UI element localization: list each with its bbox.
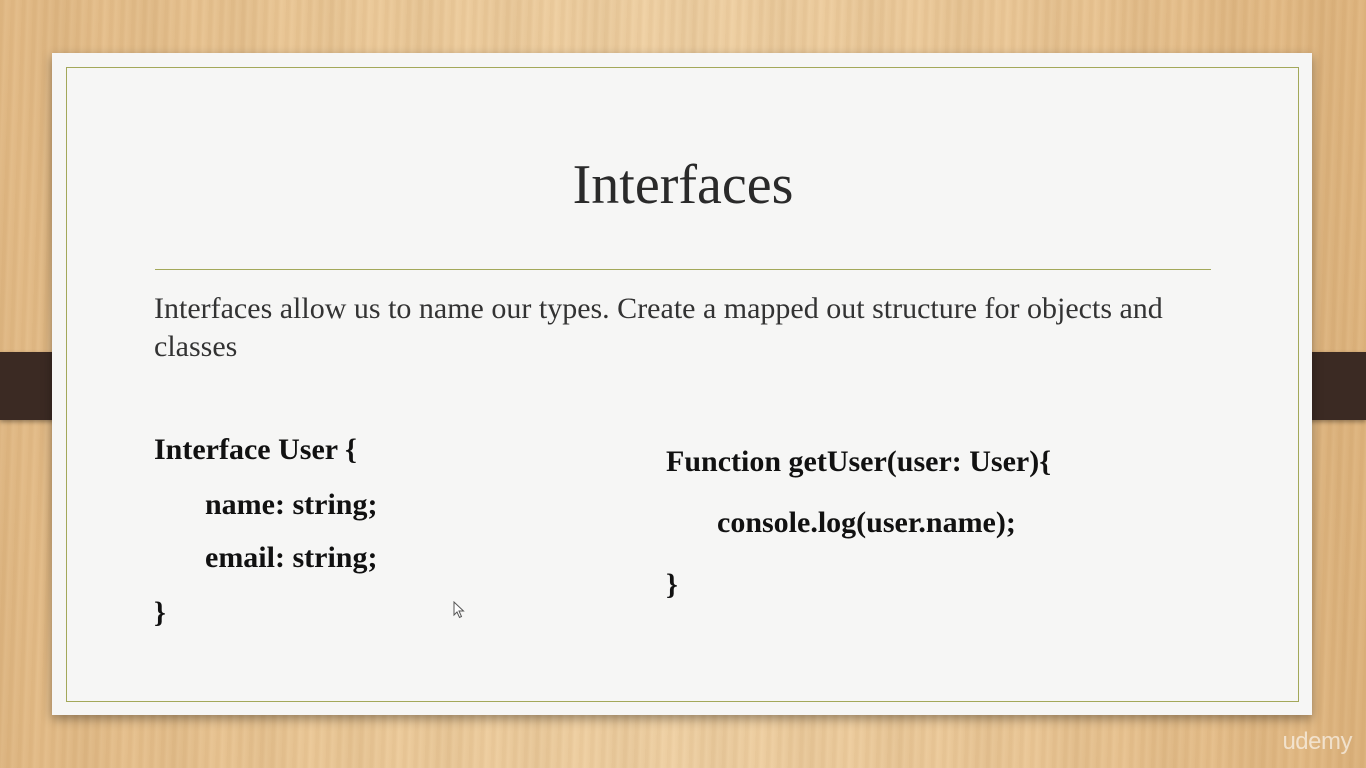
code-line-console-log: console.log(user.name); bbox=[717, 506, 1016, 539]
code-line-function-declaration: Function getUser(user: User){ bbox=[666, 445, 1052, 478]
code-line-interface-close: } bbox=[154, 596, 166, 629]
slide-title: Interfaces bbox=[572, 154, 794, 216]
code-line-function-close: } bbox=[666, 568, 678, 601]
mouse-pointer-icon bbox=[453, 601, 465, 619]
code-line-name-field: name: string; bbox=[205, 488, 378, 521]
slide-intro-text: Interfaces allow us to name our types. C… bbox=[154, 292, 1163, 363]
title-divider bbox=[155, 269, 1211, 270]
udemy-watermark: udemy bbox=[1282, 728, 1352, 755]
code-line-email-field: email: string; bbox=[205, 541, 378, 574]
code-line-interface-declaration: Interface User { bbox=[154, 433, 357, 466]
